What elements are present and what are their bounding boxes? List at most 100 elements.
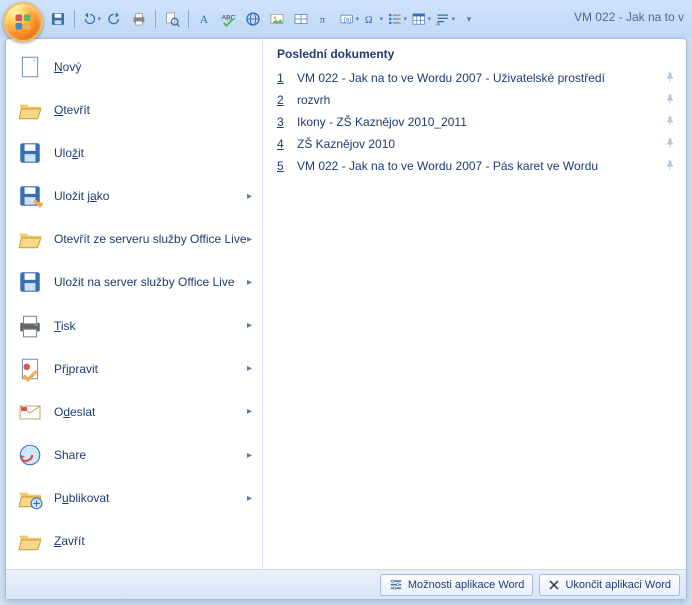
submenu-arrow-icon: ▸ — [247, 320, 252, 331]
menu-item-prepare[interactable]: Připravit ▸ — [8, 347, 260, 390]
svg-text:A: A — [436, 21, 440, 27]
qat-redo-button[interactable] — [105, 9, 125, 29]
word-options-label: Možnosti aplikace Word — [408, 579, 525, 591]
undo-icon — [81, 11, 96, 27]
window-title: VM 022 - Jak na to v — [574, 10, 684, 24]
open-live-icon — [16, 225, 44, 253]
word-options-button[interactable]: Možnosti aplikace Word — [380, 574, 534, 596]
qat-printpreview-button[interactable] — [162, 9, 182, 29]
pin-icon[interactable] — [664, 71, 676, 86]
submenu-arrow-icon: ▸ — [247, 363, 252, 374]
chevron-down-icon: ▾ — [467, 14, 472, 25]
menu-item-send[interactable]: Odeslat ▸ — [8, 390, 260, 433]
qat-image-button[interactable] — [267, 9, 287, 29]
qat-spelling-button[interactable]: ABC — [219, 9, 239, 29]
pin-icon[interactable] — [664, 159, 676, 174]
recent-doc-row[interactable]: 2rozvrh — [277, 89, 676, 111]
save-icon — [50, 11, 66, 27]
menu-item-open[interactable]: Otevřít — [8, 88, 260, 131]
recent-doc-row[interactable]: 5VM 022 - Jak na to ve Wordu 2007 - Pás … — [277, 155, 676, 177]
submenu-arrow-icon: ▸ — [247, 450, 252, 461]
menu-item-label: Uložit na server služby Office Live — [54, 275, 235, 289]
recent-heading: Poslední dokumenty — [277, 47, 676, 61]
recent-doc-index: 3 — [277, 115, 291, 129]
new-icon — [16, 53, 44, 81]
recent-doc-name: VM 022 - Jak na to ve Wordu 2007 - Pás k… — [297, 159, 598, 173]
recent-doc-name: VM 022 - Jak na to ve Wordu 2007 - Uživa… — [297, 71, 605, 85]
qat-font-a-button[interactable]: A — [195, 9, 215, 29]
recent-documents-panel: Poslední dokumenty 1VM 022 - Jak na to v… — [263, 39, 686, 569]
menu-item-share[interactable]: Share ▸ — [8, 434, 260, 477]
menu-item-label: Tisk — [54, 319, 76, 333]
qat-separator — [155, 10, 156, 28]
submenu-arrow-icon: ▸ — [247, 277, 252, 288]
qat-para-button[interactable]: A▾ — [435, 9, 455, 29]
qat-quickprint-button[interactable] — [129, 9, 149, 29]
options-icon — [389, 578, 403, 592]
qat-save-button[interactable] — [48, 9, 68, 29]
titlebar: ▾AABCπ{a}▾Ω▾▾▾A▾▾ VM 022 - Jak na to v — [0, 0, 692, 38]
svg-text:A: A — [200, 12, 209, 26]
dropdown-caret-icon: ▾ — [355, 15, 359, 23]
recent-doc-row[interactable]: 3Ikony - ZŠ Kaznějov 2010_2011 — [277, 111, 676, 133]
menu-item-label: Připravit — [54, 362, 98, 376]
pin-icon[interactable] — [664, 115, 676, 130]
dropdown-caret-icon: ▾ — [451, 15, 455, 23]
menu-item-save-live[interactable]: Uložit na server služby Office Live ▸ — [8, 261, 260, 304]
menu-item-label: Zavřít — [54, 534, 85, 548]
menu-item-label: Uložit — [54, 146, 84, 160]
recent-doc-name: rozvrh — [297, 93, 330, 107]
qat-word-field-button[interactable]: {a}▾ — [339, 9, 359, 29]
hyperlink-icon — [245, 11, 261, 27]
spelling-icon: ABC — [221, 11, 237, 27]
recent-doc-index: 4 — [277, 137, 291, 151]
menu-item-saveas[interactable]: Uložit jako▸ — [8, 175, 260, 218]
table-icon — [411, 11, 426, 27]
submenu-arrow-icon: ▸ — [247, 191, 252, 202]
qat-bullets-button[interactable]: ▾ — [387, 9, 407, 29]
qat-table-button[interactable]: ▾ — [411, 9, 431, 29]
qat-table-sm-button[interactable] — [291, 9, 311, 29]
printpreview-icon — [164, 11, 180, 27]
menu-item-label: Publikovat — [54, 491, 109, 505]
qat-undo-button[interactable]: ▾ — [81, 9, 101, 29]
pin-icon[interactable] — [664, 93, 676, 108]
menu-item-label: Otevřít ze serveru služby Office Live — [54, 232, 247, 246]
qat-omega-button[interactable]: Ω▾ — [363, 9, 383, 29]
qat-customize-button[interactable]: ▾ — [459, 9, 479, 29]
save-icon — [16, 139, 44, 167]
quickprint-icon — [131, 11, 147, 27]
word-field-icon: {a} — [339, 11, 354, 27]
office-logo-icon — [13, 12, 33, 32]
send-icon — [16, 398, 44, 426]
menu-item-new[interactable]: Nový — [8, 45, 260, 88]
font-a-icon: A — [197, 11, 213, 27]
qat-pi-button[interactable]: π — [315, 9, 335, 29]
menu-footer: Možnosti aplikace Word Ukončit aplikaci … — [6, 569, 686, 599]
publish-icon — [16, 484, 44, 512]
menu-item-publish[interactable]: Publikovat▸ — [8, 477, 260, 520]
menu-item-close-doc[interactable]: Zavřít — [8, 520, 260, 563]
qat-separator — [188, 10, 189, 28]
prepare-icon — [16, 355, 44, 383]
submenu-arrow-icon: ▸ — [247, 406, 252, 417]
recent-doc-name: ZŠ Kaznějov 2010 — [297, 137, 395, 151]
menu-item-label: Nový — [54, 60, 81, 74]
qat-hyperlink-button[interactable] — [243, 9, 263, 29]
bullets-icon — [387, 11, 402, 27]
exit-word-button[interactable]: Ukončit aplikaci Word — [539, 574, 680, 596]
svg-text:π: π — [320, 15, 326, 26]
menu-item-label: Share — [54, 448, 86, 462]
recent-doc-row[interactable]: 4 ZŠ Kaznějov 2010 — [277, 133, 676, 155]
menu-item-label: Odeslat — [54, 405, 95, 419]
share-icon — [16, 441, 44, 469]
qat-separator — [74, 10, 75, 28]
menu-item-print[interactable]: Tisk ▸ — [8, 304, 260, 347]
pin-icon[interactable] — [664, 137, 676, 152]
menu-item-save[interactable]: Uložit — [8, 131, 260, 174]
pi-icon: π — [317, 11, 333, 27]
recent-doc-row[interactable]: 1VM 022 - Jak na to ve Wordu 2007 - Uživ… — [277, 67, 676, 89]
office-button[interactable] — [3, 2, 43, 42]
dropdown-caret-icon: ▾ — [97, 15, 101, 23]
menu-item-open-live[interactable]: Otevřít ze serveru služby Office Live▸ — [8, 218, 260, 261]
